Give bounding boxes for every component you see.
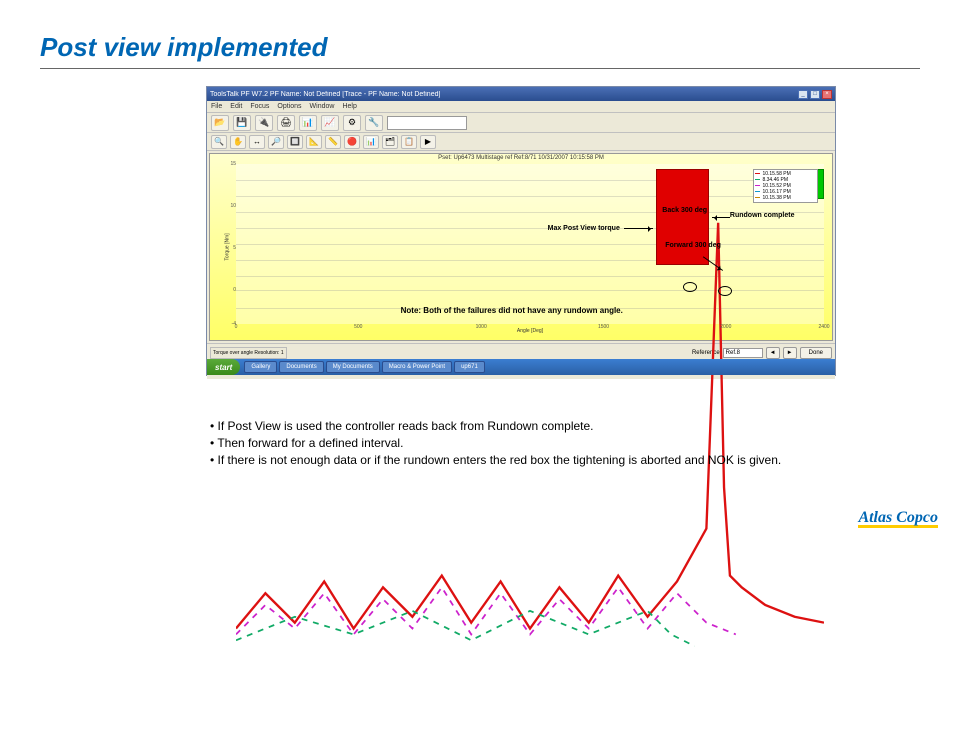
titlebar: ToolsTalk PF W7.2 PF Name: Not Defined [… [207,87,835,101]
callout-rundown: Rundown complete [730,212,795,219]
callout-forward: Forward 300 deg [665,242,721,249]
chart-toolbar: 🔍 ✋ ↔ 🔎 🔲 📐 📏 🔴 📊 🗂 📋 ▶ [207,133,835,151]
x-axis: 0 500 1000 1500 2000 2400 Angle [Deg] [236,324,824,334]
tabs-icon[interactable]: 🗂 [382,135,398,149]
task-item[interactable]: Macro & Power Point [382,361,452,373]
slide-title: Post view implemented [40,32,328,63]
settings-icon[interactable]: ⚙ [343,115,361,131]
task-item[interactable]: up671 [454,361,485,373]
legend: 10.15.58 PM 8.34.46 PM 10.15.52 PM 10.16… [753,169,818,203]
chart-area: Pset: Up6473 Multistage ref Ref:8/71 10/… [209,153,833,341]
xtick: 1500 [598,324,609,330]
print-icon[interactable]: 🖨 [277,115,295,131]
app-window: ToolsTalk PF W7.2 PF Name: Not Defined [… [206,86,836,376]
task-item[interactable]: Documents [279,361,323,373]
legend-item: 10.15.38 PM [762,195,790,201]
select-icon[interactable]: 🔲 [287,135,303,149]
ytick: 0 [224,287,236,293]
task-item[interactable]: Gallery [244,361,277,373]
chart-title: Pset: Up6473 Multistage ref Ref:8/71 10/… [438,155,604,161]
menu-edit[interactable]: Edit [230,103,242,110]
taskbar-items: Gallery Documents My Documents Macro & P… [240,361,488,373]
window-controls: _ □ × [798,90,832,99]
close-button[interactable]: × [822,90,832,99]
zoom-icon[interactable]: 🔍 [211,135,227,149]
red-nok-zone [656,169,709,265]
callout-back: Back 300 deg [662,207,707,214]
menu-options[interactable]: Options [277,103,301,110]
maximize-button[interactable]: □ [810,90,820,99]
pan-icon[interactable]: ✋ [230,135,246,149]
y-axis: 15 10 5 0 -4 [224,164,236,324]
done-button[interactable]: Done [800,347,832,359]
menu-focus[interactable]: Focus [250,103,269,110]
bullet-list: • If Post View is used the controller re… [210,418,781,470]
xtick: 1000 [476,324,487,330]
ytick: 10 [224,203,236,209]
clipboard-icon[interactable]: 📋 [401,135,417,149]
toolbar: 📂 💾 🔌 🖨 📊 📈 ⚙ 🔧 [207,113,835,133]
zoomin-icon[interactable]: 🔎 [268,135,284,149]
bullet: • If Post View is used the controller re… [210,418,781,434]
bullet: • Then forward for a defined interval. [210,435,781,451]
ruler-icon[interactable]: 📏 [325,135,341,149]
graph-icon[interactable]: 📈 [321,115,339,131]
failure-circle-2 [718,286,732,296]
ytick: 5 [224,245,236,251]
menu-help[interactable]: Help [342,103,356,110]
brand-logo: Atlas Copco [858,509,938,528]
x-axis-label: Angle [Deg] [517,328,543,334]
save-icon[interactable]: 💾 [233,115,251,131]
play-icon[interactable]: ▶ [420,135,436,149]
arrow-max-pv [624,228,653,229]
failure-note: Note: Both of the failures did not have … [401,306,623,315]
start-button[interactable]: start [207,359,240,375]
xtick: 500 [354,324,362,330]
menu-file[interactable]: File [211,103,222,110]
xtick: 2400 [818,324,829,330]
chart-icon[interactable]: 📊 [299,115,317,131]
taskbar: start Gallery Documents My Documents Mac… [207,359,835,375]
connect-icon[interactable]: 🔌 [255,115,273,131]
open-icon[interactable]: 📂 [211,115,229,131]
record-icon[interactable]: 🔴 [344,135,360,149]
ytick: 15 [224,161,236,167]
bars-icon[interactable]: 📊 [363,135,379,149]
ref-prev-button[interactable]: ◄ [766,347,780,359]
search-input[interactable] [387,116,467,130]
callout-max-pv: Max Post View torque [548,225,620,232]
plot-region: 10.15.58 PM 8.34.46 PM 10.15.52 PM 10.16… [236,164,824,324]
reference-input[interactable]: Ref.8 [723,348,763,358]
reference-label: Reference [692,350,720,356]
minimize-button[interactable]: _ [798,90,808,99]
bullet: • If there is not enough data or if the … [210,452,781,468]
measure-icon[interactable]: 📐 [306,135,322,149]
window-title: ToolsTalk PF W7.2 PF Name: Not Defined [… [210,91,440,98]
range-icon[interactable]: ↔ [249,135,265,149]
title-rule [40,68,920,69]
task-item[interactable]: My Documents [326,361,380,373]
xtick: 2000 [720,324,731,330]
tools-icon[interactable]: 🔧 [365,115,383,131]
menubar: File Edit Focus Options Window Help [207,101,835,113]
ref-next-button[interactable]: ► [783,347,797,359]
menu-window[interactable]: Window [310,103,335,110]
arrow-rundown [712,217,730,218]
logo-text: Atlas Copco [858,509,938,526]
xtick: 0 [235,324,238,330]
torque-over-angle-box: Torque over angle Resolution: 1 [210,347,287,359]
